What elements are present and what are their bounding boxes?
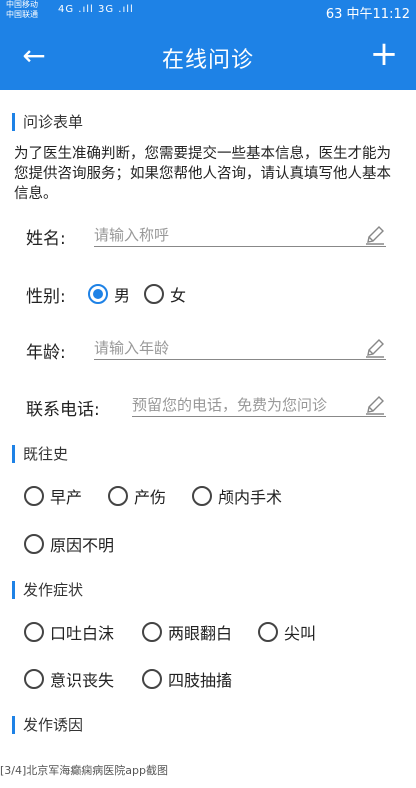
symptom-option-label: 四肢抽搐 — [168, 671, 233, 690]
section-title-symptoms: 发作症状 — [12, 581, 83, 599]
symptom-option-label: 口吐白沫 — [50, 624, 115, 643]
name-input[interactable] — [94, 224, 386, 247]
radio-unchecked-icon — [24, 622, 44, 642]
radio-unchecked-icon — [24, 534, 44, 554]
symptom-option-screaming[interactable]: 尖叫 — [258, 620, 316, 644]
radio-checked-icon — [88, 284, 108, 304]
carrier-2: 中国联通 — [6, 10, 38, 19]
radio-unchecked-icon — [142, 669, 162, 689]
gender-label: 性别: — [26, 287, 66, 307]
symptom-option-consciousness-loss[interactable]: 意识丧失 — [24, 667, 114, 691]
history-option-birth-injury[interactable]: 产伤 — [108, 484, 166, 508]
history-option-label: 原因不明 — [50, 536, 115, 555]
symptom-option-label: 尖叫 — [284, 624, 317, 643]
gender-radio-male[interactable]: 男 — [88, 282, 130, 306]
section-title-history: 既往史 — [12, 445, 68, 463]
pencil-icon[interactable] — [364, 224, 386, 246]
radio-unchecked-icon — [24, 669, 44, 689]
history-option-label: 产伤 — [134, 488, 167, 507]
pencil-icon[interactable] — [364, 394, 386, 416]
symptom-option-eyes-rolling[interactable]: 两眼翻白 — [142, 620, 232, 644]
radio-unchecked-icon — [192, 486, 212, 506]
phone-label: 联系电话: — [26, 400, 100, 420]
add-icon[interactable]: + — [366, 36, 402, 72]
pencil-icon[interactable] — [364, 337, 386, 359]
symptom-option-foaming[interactable]: 口吐白沫 — [24, 620, 114, 644]
status-bar: 中国移动 中国联通 4G .ıll 3G .ıll 63 中午11:12 — [0, 0, 416, 22]
signal-icons: 4G .ıll 3G .ıll — [58, 4, 134, 15]
history-option-premature[interactable]: 早产 — [24, 484, 82, 508]
status-right: 63 中午11:12 — [325, 7, 410, 22]
app-bar: ← 在线问诊 + — [0, 22, 416, 90]
image-caption: [3/4]北京军海癫痫病医院app截图 — [0, 764, 168, 777]
history-option-label: 早产 — [50, 488, 83, 507]
section-title-form: 问诊表单 — [12, 113, 83, 131]
radio-unchecked-icon — [24, 486, 44, 506]
history-option-cranial-surgery[interactable]: 颅内手术 — [192, 484, 282, 508]
gender-male-label: 男 — [114, 286, 131, 305]
name-label: 姓名: — [26, 229, 66, 249]
radio-unchecked-icon — [258, 622, 278, 642]
page-title: 在线问诊 — [161, 48, 254, 73]
gender-female-label: 女 — [170, 286, 187, 305]
section-title-triggers: 发作诱因 — [12, 716, 83, 734]
gender-radio-female[interactable]: 女 — [144, 282, 186, 306]
form-description: 为了医生准确判断，您需要提交一些基本信息，医生才能为您提供咨询服务；如果您帮他人… — [14, 146, 391, 202]
radio-unchecked-icon — [144, 284, 164, 304]
symptom-option-label: 意识丧失 — [50, 671, 115, 690]
carrier-1: 中国移动 — [6, 0, 38, 9]
symptom-option-label: 两眼翻白 — [168, 624, 233, 643]
history-option-unknown[interactable]: 原因不明 — [24, 532, 114, 556]
symptom-option-convulsions[interactable]: 四肢抽搐 — [142, 667, 232, 691]
carrier-info: 中国移动 中国联通 — [6, 0, 38, 20]
age-label: 年龄: — [26, 343, 66, 363]
radio-unchecked-icon — [108, 486, 128, 506]
radio-unchecked-icon — [142, 622, 162, 642]
age-input[interactable] — [94, 337, 386, 360]
history-option-label: 颅内手术 — [218, 488, 283, 507]
phone-input[interactable] — [132, 394, 386, 417]
